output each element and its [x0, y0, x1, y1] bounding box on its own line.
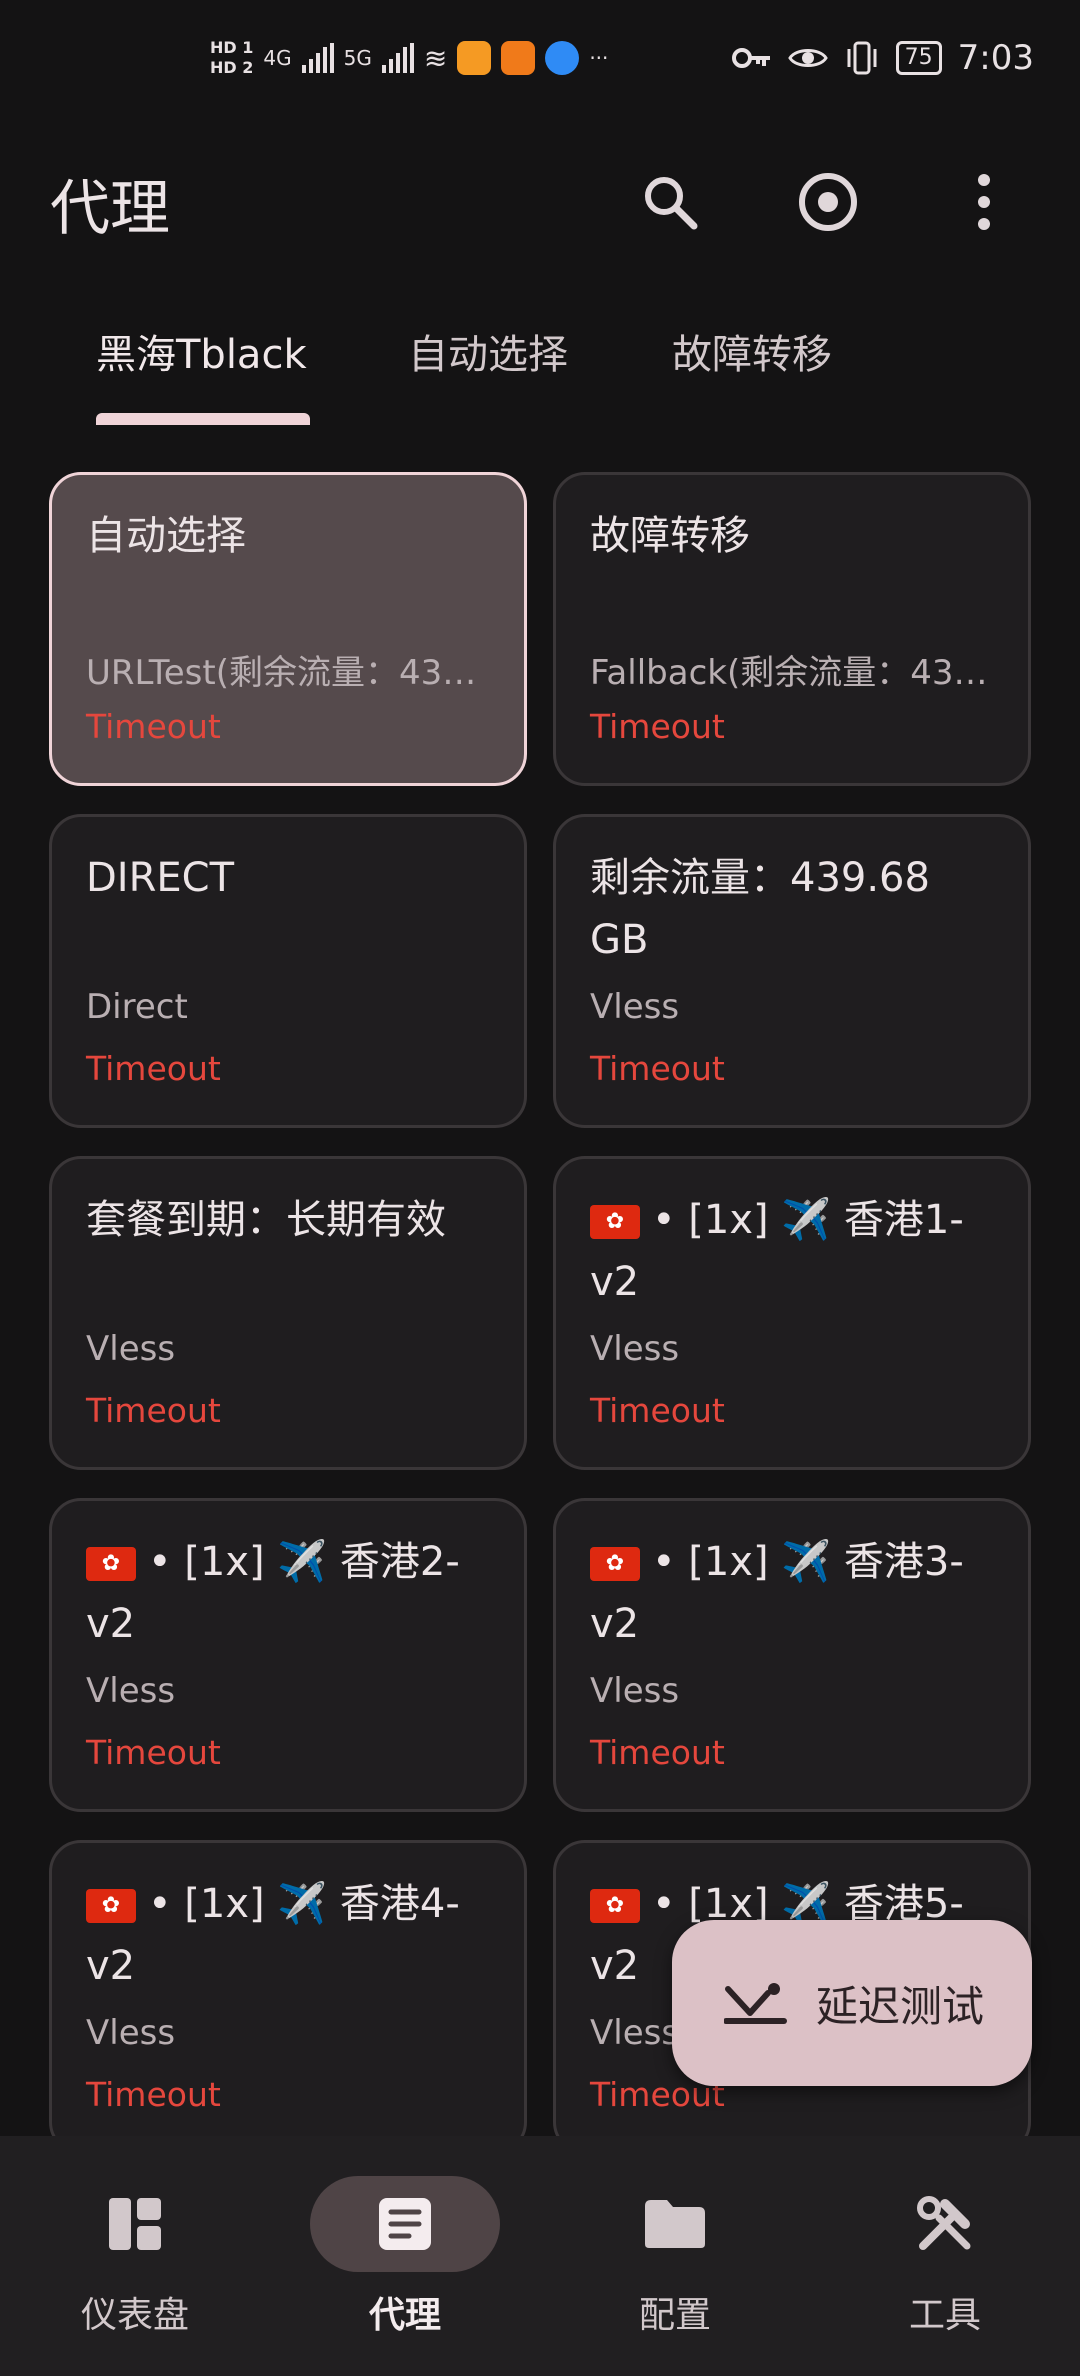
proxy-name: • [1x] ✈️ 香港3-v2: [590, 1539, 964, 1647]
proxy-card-hk1[interactable]: ✿ • [1x] ✈️ 香港1-v2 Vless Timeout: [553, 1156, 1031, 1470]
network-4g-label: 4G: [263, 46, 292, 70]
proxy-delay: Timeout: [590, 1049, 725, 1088]
app-bar: 代理: [0, 150, 1080, 260]
key-icon: [731, 48, 770, 68]
proxy-card-hk4[interactable]: ✿ • [1x] ✈️ 香港4-v2 Vless Timeout: [49, 1840, 527, 2154]
signal-icon: [301, 43, 334, 73]
proxy-type: URLTest(剩余流量：439.68 GB): [86, 653, 494, 693]
hk-flag-icon: ✿: [86, 1547, 136, 1581]
proxy-delay: Timeout: [86, 707, 221, 746]
group-tabs: 黑海Tblack 自动选择 故障转移: [0, 300, 1080, 425]
app-notification-icon: [501, 41, 536, 75]
nav-profiles[interactable]: 配置: [565, 2176, 785, 2338]
page-title: 代理: [50, 174, 170, 244]
hk-flag-icon: ✿: [590, 1889, 640, 1923]
proxy-type: Fallback(剩余流量：439.68 GB): [590, 653, 998, 693]
proxy-card-plan-expiry[interactable]: 套餐到期：长期有效 Vless Timeout: [49, 1156, 527, 1470]
status-left: HD 1 HD 2 4G 5G ≋ ···: [210, 38, 608, 78]
proxy-name: 剩余流量：439.68 GB: [590, 855, 930, 963]
tab-fallback[interactable]: 故障转移: [672, 322, 832, 380]
nav-label: 配置: [638, 2295, 711, 2336]
wifi-icon: ≋: [423, 41, 448, 75]
signal-icon: [381, 43, 414, 73]
clock: 7:03: [957, 38, 1034, 78]
hk-flag-icon: ✿: [590, 1205, 640, 1239]
battery-indicator: 75: [895, 41, 942, 75]
nav-proxies[interactable]: 代理: [295, 2176, 515, 2338]
proxy-delay: Timeout: [590, 1733, 725, 1772]
target-icon[interactable]: [788, 162, 868, 242]
proxy-delay: Timeout: [590, 707, 725, 746]
proxy-name: 套餐到期：长期有效: [86, 1197, 446, 1243]
proxy-type: Vless: [590, 1671, 680, 1711]
status-right: 75 7:03: [731, 38, 1034, 78]
proxy-name: 自动选择: [86, 513, 246, 559]
proxy-card-hk2[interactable]: ✿ • [1x] ✈️ 香港2-v2 Vless Timeout: [49, 1498, 527, 1812]
hk-flag-icon: ✿: [86, 1889, 136, 1923]
article-icon: [379, 2198, 431, 2250]
proxy-type: Vless: [590, 987, 680, 1027]
proxy-type: Direct: [86, 987, 188, 1027]
proxy-delay: Timeout: [590, 1391, 725, 1430]
vibrate-icon: [847, 41, 877, 75]
nav-tools[interactable]: 工具: [835, 2176, 1055, 2338]
proxy-card-remaining-traffic[interactable]: 剩余流量：439.68 GB Vless Timeout: [553, 814, 1031, 1128]
hd-indicator: HD 1 HD 2: [210, 38, 254, 77]
tab-heihai-tblack[interactable]: 黑海Tblack: [96, 322, 307, 380]
proxy-delay: Timeout: [86, 2075, 221, 2114]
proxy-delay: Timeout: [86, 1391, 221, 1430]
proxy-card-fallback[interactable]: 故障转移 Fallback(剩余流量：439.68 GB) Timeout: [553, 472, 1031, 786]
proxy-delay: Timeout: [86, 1049, 221, 1088]
proxy-card-hk3[interactable]: ✿ • [1x] ✈️ 香港3-v2 Vless Timeout: [553, 1498, 1031, 1812]
app-notification-icon: [545, 41, 580, 75]
proxy-delay: Timeout: [86, 1733, 221, 1772]
nav-label: 工具: [908, 2295, 981, 2336]
proxy-type: Vless: [86, 1671, 176, 1711]
more-vert-icon[interactable]: [944, 162, 1024, 242]
tools-icon: [917, 2196, 971, 2250]
status-bar: HD 1 HD 2 4G 5G ≋ ··· 75 7:03: [0, 0, 1080, 140]
search-icon[interactable]: [630, 162, 710, 242]
proxy-name: • [1x] ✈️ 香港4-v2: [86, 1881, 460, 1989]
delay-test-icon: [724, 1983, 787, 2024]
proxy-name: • [1x] ✈️ 香港2-v2: [86, 1539, 460, 1647]
dashboard-icon: [109, 2198, 161, 2250]
proxy-name: • [1x] ✈️ 香港1-v2: [590, 1197, 964, 1305]
hk-flag-icon: ✿: [590, 1547, 640, 1581]
proxy-name: 故障转移: [590, 513, 750, 559]
nav-label: 仪表盘: [80, 2295, 189, 2336]
proxy-card-auto-select[interactable]: 自动选择 URLTest(剩余流量：439.68 GB) Timeout: [49, 472, 527, 786]
folder-icon: [645, 2200, 705, 2248]
tab-auto-select[interactable]: 自动选择: [408, 322, 568, 380]
proxy-type: Vless: [86, 2013, 176, 2053]
proxy-card-direct[interactable]: DIRECT Direct Timeout: [49, 814, 527, 1128]
eye-icon: [787, 49, 828, 67]
more-notifications-icon: ···: [589, 46, 609, 70]
tab-indicator: [96, 413, 310, 425]
proxy-type: Vless: [86, 1329, 176, 1369]
nav-dashboard[interactable]: 仪表盘: [25, 2176, 245, 2338]
proxy-type: Vless: [590, 1329, 680, 1369]
fab-label: 延迟测试: [816, 1981, 985, 2031]
network-5g-label: 5G: [343, 46, 372, 70]
proxy-name: DIRECT: [86, 855, 235, 901]
bottom-nav: 仪表盘 代理 配置 工具: [0, 2136, 1080, 2376]
app-notification-icon: [457, 41, 492, 75]
delay-test-button[interactable]: 延迟测试: [672, 1920, 1032, 2086]
nav-label: 代理: [368, 2295, 441, 2336]
